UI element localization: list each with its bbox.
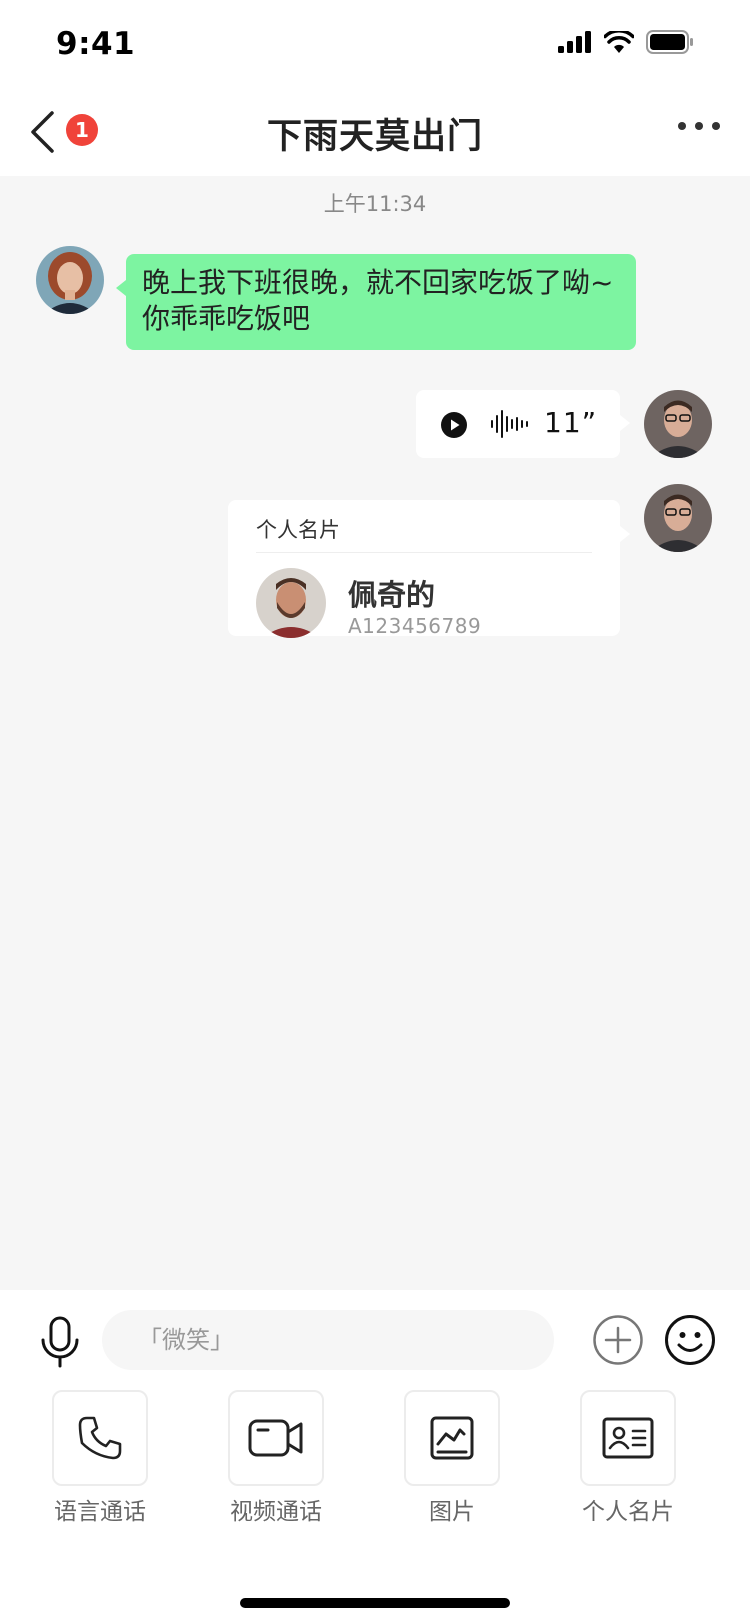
contact-card-label: 个人名片 <box>582 1499 674 1525</box>
sound-wave-icon <box>491 410 528 438</box>
video-camera-icon <box>248 1419 303 1457</box>
contact-card-action[interactable]: 个人名片 <box>562 1390 694 1530</box>
voice-call-button[interactable] <box>52 1390 148 1486</box>
card-header: 个人名片 <box>256 518 340 542</box>
action-panel: 语言通话 视频通话 图片 个人名片 <box>0 1390 750 1624</box>
video-call-label: 视频通话 <box>230 1499 322 1525</box>
image-action[interactable]: 图片 <box>386 1390 518 1530</box>
more-dot-icon <box>712 122 720 130</box>
signal-icon <box>558 31 591 53</box>
emoji-icon[interactable] <box>664 1314 716 1366</box>
status-icons <box>558 30 694 54</box>
chat-area[interactable]: 上午11:34 晚上我下班很晚，就不回家吃饭了呦~你乖乖吃饭吧 11” 个人名片… <box>0 176 750 1290</box>
contact-card-message[interactable]: 个人名片 佩奇的 A123456789 <box>228 500 630 638</box>
voice-call-label: 语言通话 <box>54 1499 146 1525</box>
voice-duration: 11” <box>544 406 598 439</box>
contact-avatar[interactable] <box>36 246 104 314</box>
my-avatar[interactable] <box>644 390 712 458</box>
video-call-action[interactable]: 视频通话 <box>210 1390 342 1530</box>
male-avatar-icon <box>644 390 712 458</box>
voice-message[interactable]: 11” <box>416 390 630 458</box>
phone-icon <box>78 1416 122 1460</box>
card-contact-id: A123456789 <box>348 614 482 638</box>
microphone-icon[interactable] <box>38 1316 82 1368</box>
contact-card-icon <box>602 1417 654 1459</box>
nav-bar: 1 下雨天莫出门 <box>0 88 750 176</box>
image-button[interactable] <box>404 1390 500 1486</box>
female-avatar-icon <box>36 246 104 314</box>
status-time: 9:41 <box>56 26 136 62</box>
card-contact-name: 佩奇的 <box>348 578 436 612</box>
input-bar <box>0 1290 750 1390</box>
more-dot-icon <box>678 122 686 130</box>
wifi-icon <box>604 31 634 53</box>
battery-icon <box>646 30 693 54</box>
more-options-button[interactable] <box>678 122 720 130</box>
card-divider <box>256 552 592 553</box>
page-title: 下雨天莫出门 <box>266 117 483 157</box>
message-input[interactable] <box>102 1310 554 1370</box>
play-icon[interactable] <box>440 411 468 439</box>
image-label: 图片 <box>429 1499 475 1525</box>
male-avatar-icon <box>644 484 712 552</box>
video-call-button[interactable] <box>228 1390 324 1486</box>
home-indicator[interactable] <box>240 1598 510 1608</box>
image-icon <box>430 1416 474 1460</box>
my-avatar[interactable] <box>644 484 712 552</box>
contact-card-button[interactable] <box>580 1390 676 1486</box>
bearded-avatar-icon <box>256 568 326 638</box>
message-timestamp: 上午11:34 <box>323 192 427 216</box>
status-bar: 9:41 <box>0 0 750 88</box>
card-avatar <box>256 568 326 638</box>
incoming-text-message[interactable]: 晚上我下班很晚，就不回家吃饭了呦~你乖乖吃饭吧 <box>116 254 636 350</box>
plus-icon[interactable] <box>592 1314 644 1366</box>
voice-call-action[interactable]: 语言通话 <box>34 1390 166 1530</box>
more-dot-icon <box>695 122 703 130</box>
